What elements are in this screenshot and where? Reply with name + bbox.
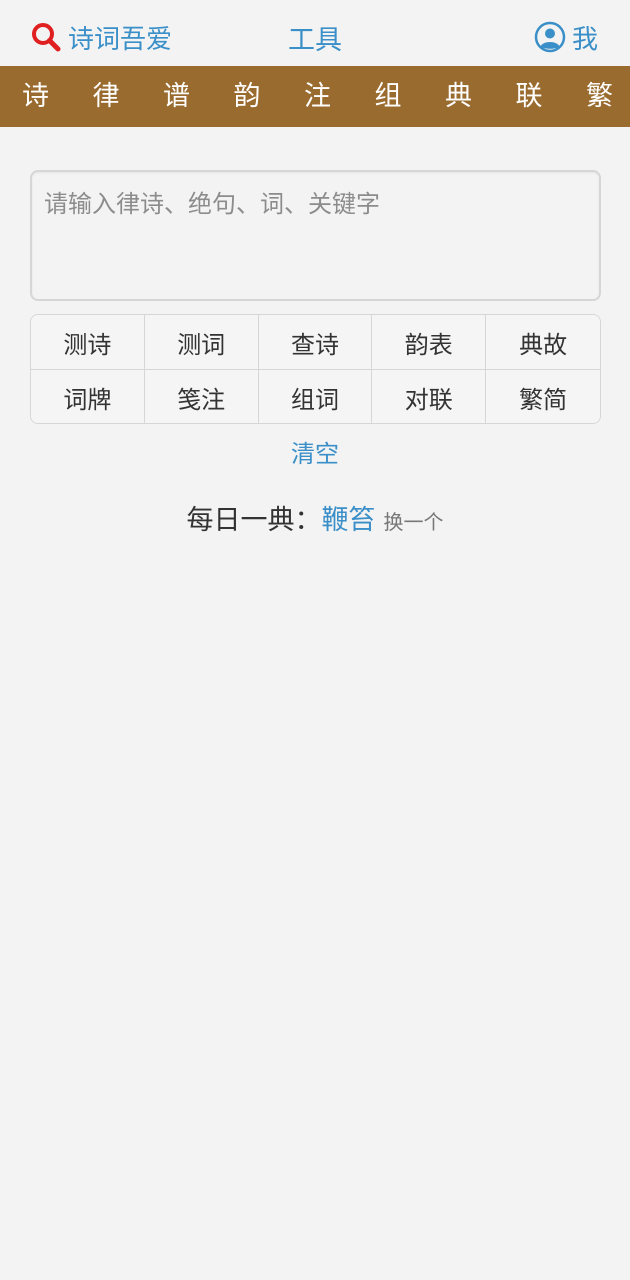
- nav-item-fan[interactable]: 繁: [586, 66, 613, 127]
- user-icon: [534, 21, 566, 53]
- clear-row: 清空: [0, 436, 630, 472]
- nav-item-pu[interactable]: 谱: [163, 66, 190, 127]
- daily-label: 每日一典：: [186, 505, 322, 536]
- word-compose-button[interactable]: 组词: [258, 370, 373, 423]
- nav-item-zu[interactable]: 组: [375, 66, 402, 127]
- nav-item-yun[interactable]: 韵: [234, 66, 261, 127]
- category-nav: 诗 律 谱 韵 注 组 典 联 繁: [0, 66, 630, 127]
- nav-item-shi[interactable]: 诗: [22, 66, 49, 127]
- allusion-button[interactable]: 典故: [486, 315, 600, 370]
- nav-item-lv[interactable]: 律: [93, 66, 120, 127]
- couplet-button[interactable]: 对联: [372, 370, 487, 423]
- check-ci-button[interactable]: 测词: [144, 315, 259, 370]
- brand-name: 诗词吾爱: [68, 24, 173, 55]
- clear-button[interactable]: 清空: [291, 440, 339, 468]
- profile-link[interactable]: 我: [534, 18, 598, 56]
- trad-simp-button[interactable]: 繁简: [486, 370, 600, 423]
- rhyme-table-button[interactable]: 韵表: [372, 315, 487, 370]
- tools-link[interactable]: 工具: [288, 18, 342, 56]
- brand-link[interactable]: 诗词吾爱: [30, 18, 172, 56]
- nav-item-lian[interactable]: 联: [516, 66, 543, 127]
- change-daily-button[interactable]: 换一个: [384, 506, 444, 535]
- search-input[interactable]: [30, 170, 601, 301]
- profile-label: 我: [571, 24, 598, 55]
- search-icon: [32, 23, 61, 52]
- nav-item-dian[interactable]: 典: [445, 66, 472, 127]
- annotation-button[interactable]: 笺注: [144, 370, 259, 423]
- ci-tune-button[interactable]: 词牌: [31, 370, 145, 423]
- search-poem-button[interactable]: 查诗: [258, 315, 373, 370]
- top-header: 诗词吾爱 工具 我: [0, 0, 630, 66]
- nav-item-zhu[interactable]: 注: [304, 66, 331, 127]
- daily-allusion: 每日一典： 鞭笞 换一个: [0, 498, 630, 540]
- tool-button-grid: 测诗 测词 查诗 韵表 典故 词牌 笺注 组词 对联 繁简: [30, 314, 601, 424]
- daily-word-link[interactable]: 鞭笞: [322, 498, 376, 537]
- check-poem-button[interactable]: 测诗: [31, 315, 145, 370]
